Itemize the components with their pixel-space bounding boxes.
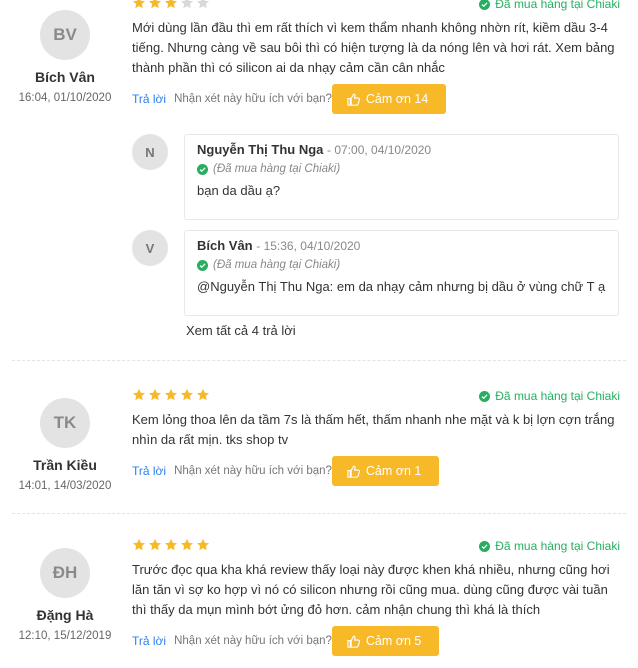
avatar: BV [40,10,90,60]
check-icon [479,0,491,10]
star-filled-icon [180,538,194,551]
review-text: Kem lỏng thoa lên da tầm 7s là thấm hết,… [132,412,615,447]
author-name: Đặng Hà [36,607,94,623]
review-author: BV Bích Vân 16:04, 01/10/2020 [0,10,130,104]
reply-author: Nguyễn Thị Thu Nga [197,142,324,157]
review-author: TK Trần Kiều 14:01, 14/03/2020 [0,398,130,492]
avatar: N [132,134,168,170]
see-all-replies-link[interactable]: Xem tất cả 4 trả lời [186,323,296,338]
star-rating [132,538,210,552]
verified-label: Đã mua hàng tại Chiaki [495,0,620,11]
helpful-question: Nhận xét này hữu ích với bạn? [174,465,332,477]
reply-link[interactable]: Trả lời [132,464,166,478]
reply-date: - 07:00, 04/10/2020 [327,143,432,157]
thanks-button[interactable]: Cảm ơn 1 [331,456,440,486]
star-filled-icon [148,538,162,551]
star-filled-icon [164,388,178,401]
star-filled-icon [164,538,178,551]
review-body: Đã mua hàng tại Chiaki Mới dùng lần đầu … [132,0,620,114]
reply-verified: (Đã mua hàng tại Chiaki) [213,163,341,175]
review-author: ĐH Đặng Hà 12:10, 15/12/2019 [0,548,130,642]
avatar: V [132,230,168,266]
star-filled-icon [180,388,194,401]
thanks-button[interactable]: Cảm ơn 5 [331,626,440,656]
author-name: Bích Vân [35,69,95,85]
review-date: 16:04, 01/10/2020 [18,92,112,104]
reply-verified: (Đã mua hàng tại Chiaki) [213,259,341,271]
review-body: Đã mua hàng tại Chiaki Kem lỏng thoa lên… [132,388,620,486]
verified-badge: Đã mua hàng tại Chiaki [479,389,620,403]
star-filled-icon [132,538,146,551]
thumbs-up-icon [347,465,360,478]
star-rating [132,0,210,10]
star-rating [132,388,210,402]
divider [12,360,626,361]
check-icon [197,259,208,271]
thanks-button[interactable]: Cảm ơn 14 [331,84,447,114]
review-body: Đã mua hàng tại Chiaki Trước đọc qua kha… [132,538,620,656]
star-filled-icon [148,0,162,9]
star-filled-icon [196,538,210,551]
thumbs-up-icon [347,635,360,648]
review-text: Trước đọc qua kha khá review thấy loại n… [132,562,610,617]
reply-link[interactable]: Trả lời [132,634,166,648]
reply-author: Bích Vân [197,238,253,253]
review-text: Mới dùng lần đầu thì em rất thích vì kem… [132,20,615,75]
helpful-question: Nhận xét này hữu ích với bạn? [174,635,332,647]
reply-text: @Nguyễn Thị Thu Nga: em da nhạy cảm nhưn… [197,279,606,294]
check-icon [197,163,208,175]
verified-badge: Đã mua hàng tại Chiaki [479,539,620,553]
reply-text: bạn da dầu ạ? [197,183,281,198]
author-name: Trần Kiều [33,457,97,473]
avatar: ĐH [40,548,90,598]
star-filled-icon [132,388,146,401]
check-icon [479,390,491,402]
thanks-label: Cảm ơn 5 [365,634,422,648]
review-date: 14:01, 14/03/2020 [18,480,112,492]
divider [12,513,626,514]
verified-label: Đã mua hàng tại Chiaki [495,539,620,553]
star-filled-icon [148,388,162,401]
star-empty-icon [196,0,210,9]
thumbs-up-icon [347,93,360,106]
check-icon [479,540,491,552]
thanks-label: Cảm ơn 14 [365,92,429,106]
star-empty-icon [180,0,194,9]
reply-date: - 15:36, 04/10/2020 [256,239,361,253]
reply-link[interactable]: Trả lời [132,92,166,106]
star-filled-icon [196,388,210,401]
verified-label: Đã mua hàng tại Chiaki [495,389,620,403]
star-filled-icon [164,0,178,9]
thanks-label: Cảm ơn 1 [365,464,422,478]
review-date: 12:10, 15/12/2019 [18,630,112,642]
star-filled-icon [132,0,146,9]
avatar: TK [40,398,90,448]
verified-badge: Đã mua hàng tại Chiaki [479,0,620,11]
helpful-question: Nhận xét này hữu ích với bạn? [174,93,332,105]
